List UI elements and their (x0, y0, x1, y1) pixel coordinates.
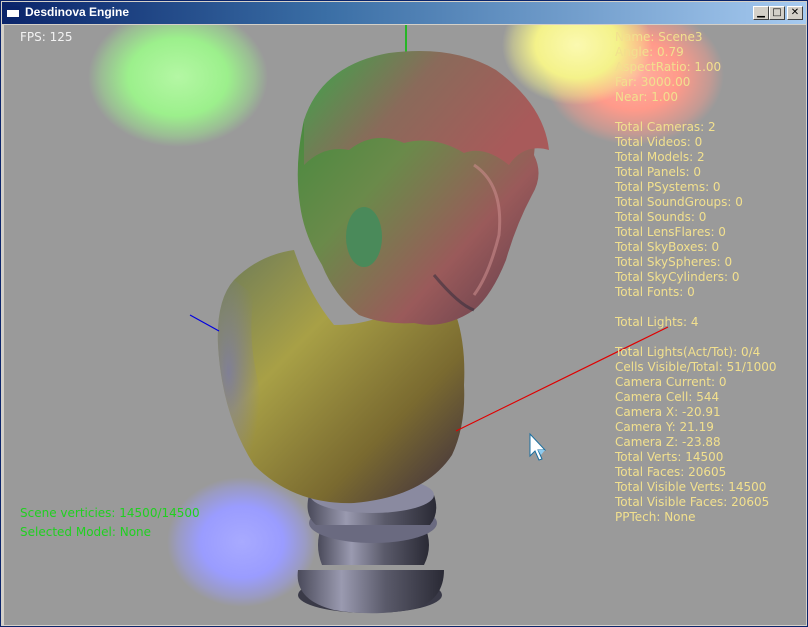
maximize-button[interactable]: □ (769, 6, 785, 20)
bust-ear (346, 207, 382, 267)
render-viewport[interactable]: FPS: 125 Name: Scene3 Angle: 0.79 AspectRa… (4, 25, 806, 625)
info-line: Total Sounds: 0 (615, 210, 707, 224)
info-line: Total LensFlares: 0 (615, 225, 726, 239)
info-line: Total SkyCylinders: 0 (615, 270, 740, 284)
info-line: Total SkyBoxes: 0 (615, 240, 720, 254)
info-line: Camera Current: 0 (615, 375, 727, 389)
info-line: Near: 1.00 (615, 90, 679, 104)
info-line: Total Lights(Act/Tot): 0/4 (615, 345, 761, 359)
info-line: PPTech: None (615, 510, 696, 524)
title-bar[interactable]: Desdinova Engine ▁ □ ✕ (2, 2, 806, 24)
info-line: Name: Scene3 (615, 30, 703, 44)
info-line: Far: 3000.00 (615, 75, 691, 89)
maximize-icon: □ (772, 7, 782, 18)
info-line: Camera Cell: 544 (615, 390, 720, 404)
info-line: Total Verts: 14500 (615, 450, 724, 464)
info-line: Total Videos: 0 (615, 135, 703, 149)
info-line: Total SoundGroups: 0 (615, 195, 743, 209)
info-line (615, 330, 776, 345)
scene-info-panel: Name: Scene3 Angle: 0.79 AspectRatio: 1.00… (615, 30, 776, 525)
info-line: AspectRatio: 1.00 (615, 60, 722, 74)
window-title: Desdinova Engine (25, 5, 130, 19)
info-line: Cells Visible/Total: 51/1000 (615, 360, 777, 374)
minimize-button[interactable]: ▁ (753, 6, 769, 20)
info-line: Camera Z: -23.88 (615, 435, 721, 449)
info-line: Angle: 0.79 (615, 45, 684, 59)
info-line: Total Models: 2 (615, 150, 705, 164)
info-line: Total Panels: 0 (615, 165, 701, 179)
z-axis-line (189, 314, 220, 332)
info-line: Total SkySpheres: 0 (615, 255, 733, 269)
info-line: Total Visible Faces: 20605 (615, 495, 770, 509)
window-icon[interactable] (6, 6, 20, 18)
info-line (615, 105, 776, 120)
info-line: Camera X: -20.91 (615, 405, 721, 419)
app-window: Desdinova Engine ▁ □ ✕ FPS: 125 Name: Sc… (0, 0, 808, 627)
info-line: Camera Y: 21.19 (615, 420, 714, 434)
info-line (615, 300, 776, 315)
scene-vertices-status: Scene verticies: 14500/14500 (20, 506, 200, 520)
selected-model-status: Selected Model: None (20, 525, 152, 539)
info-line: Total Lights: 4 (615, 315, 699, 329)
fps-counter: FPS: 125 (20, 30, 73, 44)
minimize-icon: ▁ (757, 7, 765, 18)
mouse-cursor-icon (529, 432, 547, 461)
info-line: Total Cameras: 2 (615, 120, 716, 134)
info-line: Total Fonts: 0 (615, 285, 695, 299)
info-line: Total Visible Verts: 14500 (615, 480, 767, 494)
close-icon: ✕ (790, 7, 800, 18)
close-button[interactable]: ✕ (787, 6, 803, 20)
info-line: Total Faces: 20605 (615, 465, 727, 479)
info-line: Total PSystems: 0 (615, 180, 721, 194)
